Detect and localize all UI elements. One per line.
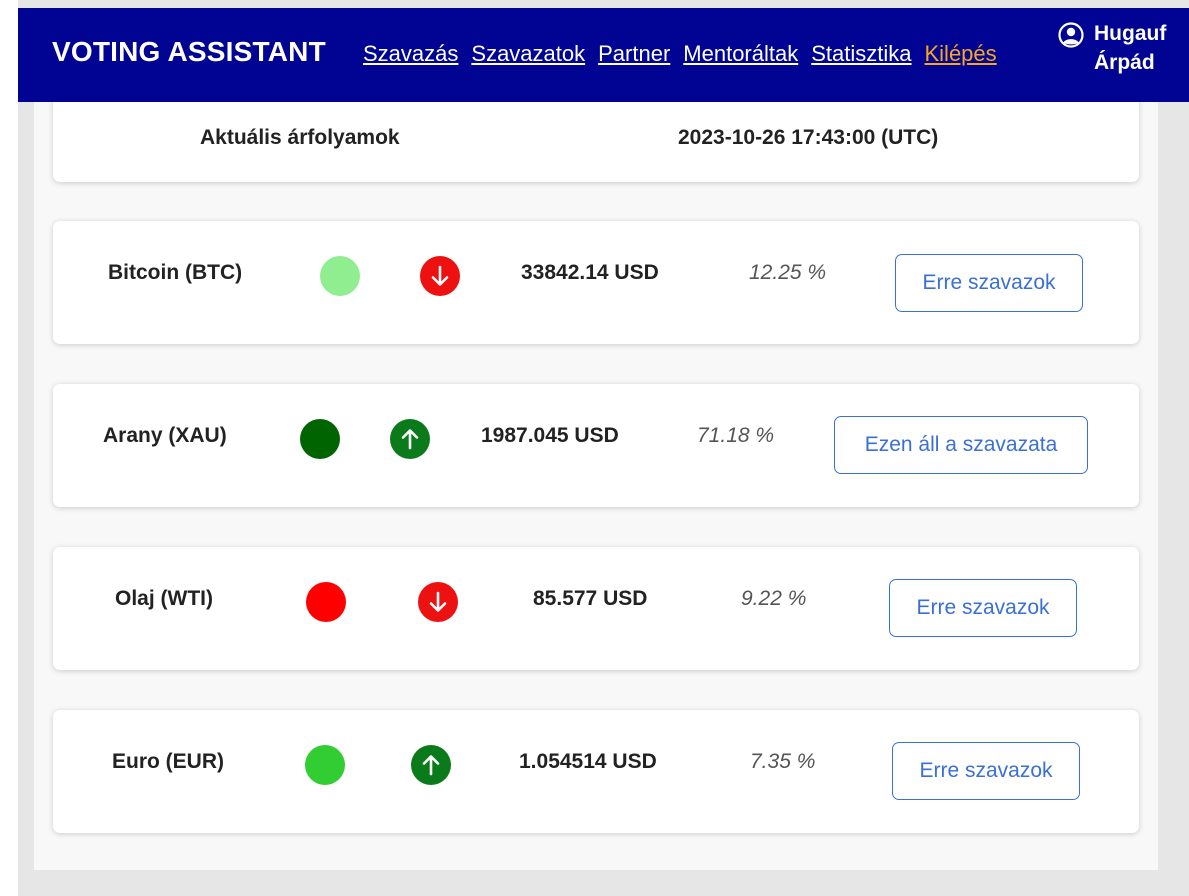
vote-button[interactable]: Erre szavazok — [892, 742, 1080, 800]
nav-link-mentoraltak[interactable]: Mentoráltak — [683, 41, 798, 67]
user-first-name: Hugauf — [1094, 22, 1167, 45]
top-navbar: VOTING ASSISTANT Szavazás Szavazatok Par… — [18, 8, 1189, 102]
arrow-up-icon — [411, 745, 451, 785]
asset-price: 33842.14 USD — [521, 261, 659, 284]
arrow-down-icon — [418, 582, 458, 622]
vote-button[interactable]: Erre szavazok — [889, 579, 1077, 637]
user-circle-icon — [1058, 22, 1084, 48]
asset-name: Arany (XAU) — [103, 424, 227, 447]
nav-links: Szavazás Szavazatok Partner Mentoráltak … — [363, 41, 997, 67]
nav-link-szavazas[interactable]: Szavazás — [363, 41, 458, 67]
nav-link-partner[interactable]: Partner — [598, 41, 670, 67]
asset-card-eur: Euro (EUR) 1.054514 USD 7.35 % Erre szav… — [53, 710, 1139, 833]
asset-percent: 12.25 % — [749, 261, 827, 284]
rates-timestamp: 2023-10-26 17:43:00 (UTC) — [678, 126, 939, 149]
user-profile[interactable]: Hugauf Árpád — [1058, 22, 1188, 82]
asset-percent: 7.35 % — [750, 750, 816, 773]
asset-name: Bitcoin (BTC) — [108, 261, 243, 284]
nav-link-logout[interactable]: Kilépés — [925, 41, 997, 67]
arrow-down-icon — [420, 256, 460, 296]
vote-button[interactable]: Erre szavazok — [895, 254, 1083, 312]
voted-button[interactable]: Ezen áll a szavazata — [834, 416, 1088, 474]
status-dot — [305, 745, 345, 785]
asset-name: Olaj (WTI) — [115, 587, 213, 610]
rates-header-card: Aktuális árfolyamok 2023-10-26 17:43:00 … — [53, 96, 1139, 182]
asset-price: 85.577 USD — [533, 587, 648, 610]
arrow-up-icon — [390, 419, 430, 459]
status-dot — [320, 256, 360, 296]
asset-name: Euro (EUR) — [112, 750, 224, 773]
user-last-name: Árpád — [1094, 51, 1155, 74]
asset-card-btc: Bitcoin (BTC) 33842.14 USD 12.25 % Erre … — [53, 221, 1139, 344]
asset-price: 1.054514 USD — [519, 750, 657, 773]
nav-link-statisztika[interactable]: Statisztika — [811, 41, 911, 67]
rates-header-label: Aktuális árfolyamok — [200, 126, 400, 149]
status-dot — [306, 582, 346, 622]
asset-percent: 71.18 % — [697, 424, 775, 447]
status-dot — [300, 419, 340, 459]
asset-card-xau: Arany (XAU) 1987.045 USD 71.18 % Ezen ál… — [53, 384, 1139, 507]
asset-card-wti: Olaj (WTI) 85.577 USD 9.22 % Erre szavaz… — [53, 547, 1139, 670]
asset-percent: 9.22 % — [741, 587, 807, 610]
brand-title: VOTING ASSISTANT — [52, 36, 326, 67]
nav-link-szavazatok[interactable]: Szavazatok — [471, 41, 585, 67]
asset-price: 1987.045 USD — [481, 424, 619, 447]
